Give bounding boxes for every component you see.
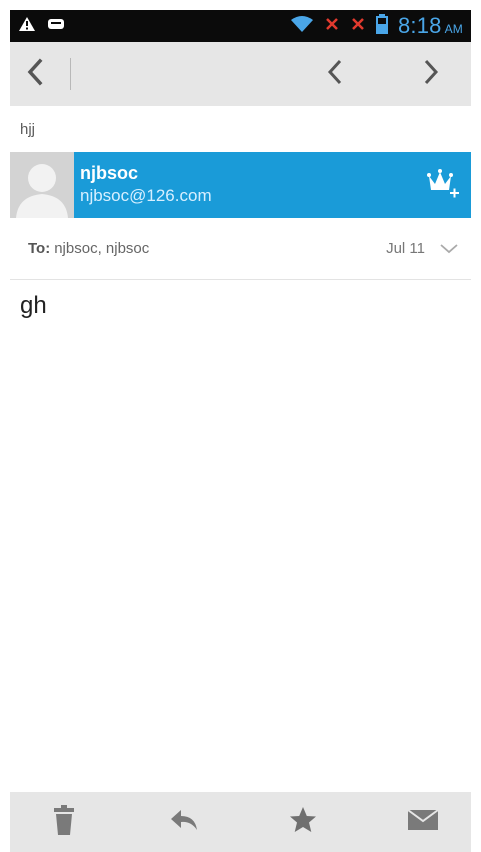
subject-text: hjj (20, 120, 36, 138)
no-signal-icon (324, 15, 340, 38)
status-right: 8:18 AM (290, 13, 463, 39)
previous-message-icon (325, 57, 345, 92)
status-left (18, 16, 66, 37)
recipient-row[interactable]: To: njbsoc, njbsoc Jul 11 (10, 218, 471, 280)
to-label: To: (28, 240, 51, 257)
sender-info: njbsoc njbsoc@126.com (74, 152, 415, 218)
sender-banner[interactable]: njbsoc njbsoc@126.com (10, 152, 471, 218)
trash-icon (52, 804, 76, 840)
star-icon (288, 805, 318, 840)
toolbar (10, 42, 471, 106)
sender-name: njbsoc (80, 163, 139, 183)
no-signal-icon (350, 15, 366, 38)
star-button[interactable] (273, 797, 333, 847)
wifi-icon (290, 15, 314, 38)
back-button[interactable] (24, 54, 64, 94)
reply-button[interactable] (154, 797, 214, 847)
crown-add-icon (426, 166, 460, 205)
chevron-down-icon (440, 243, 458, 253)
email-date: Jul 11 (386, 240, 425, 257)
next-message-button[interactable] (405, 54, 457, 94)
email-body: gh (20, 292, 47, 319)
reply-icon (169, 808, 199, 837)
email-subject: hjj (10, 106, 471, 152)
previous-message-button[interactable] (309, 54, 361, 94)
next-message-icon (421, 57, 441, 92)
notification-icon (46, 16, 66, 37)
to-recipients: njbsoc, njbsoc (54, 240, 150, 257)
status-bar: 8:18 AM (10, 10, 471, 42)
back-chevron-icon (24, 57, 46, 92)
mark-unread-button[interactable] (393, 797, 453, 847)
add-contact-button[interactable] (415, 152, 471, 218)
warning-icon (18, 16, 36, 37)
toolbar-divider (70, 58, 71, 90)
sender-email: njbsoc@126.com (80, 186, 212, 205)
avatar-placeholder-icon (10, 152, 74, 218)
avatar[interactable] (10, 152, 74, 218)
battery-icon (375, 13, 388, 39)
action-bar (10, 792, 471, 852)
status-time: 8:18 AM (397, 13, 463, 38)
expand-details-button[interactable] (435, 237, 463, 261)
mark-unread-icon (406, 807, 440, 838)
delete-button[interactable] (34, 797, 94, 847)
